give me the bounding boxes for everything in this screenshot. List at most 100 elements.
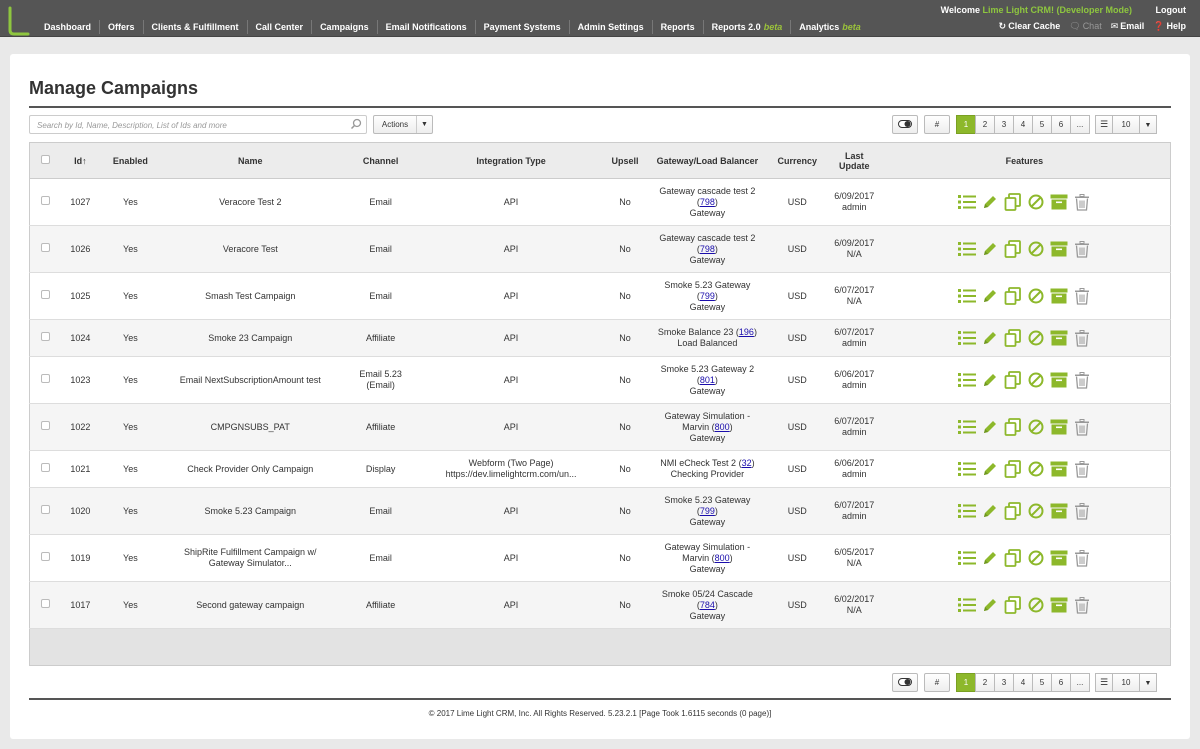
- list-icon[interactable]: [958, 194, 977, 210]
- copy-icon[interactable]: [1004, 502, 1022, 520]
- table-row[interactable]: 1022 Yes CMPGNSUBS_PAT Affiliate API No Gatewa…: [29, 403, 1171, 451]
- search-input[interactable]: Search by Id, Name, Description, List of…: [29, 115, 367, 134]
- edit-icon[interactable]: [982, 550, 998, 566]
- gateway-link[interactable]: 801: [700, 375, 715, 385]
- trash-icon[interactable]: [1074, 371, 1090, 389]
- row-checkbox[interactable]: [41, 421, 51, 430]
- row-checkbox[interactable]: [41, 196, 51, 205]
- nav-item-offers[interactable]: Offers: [100, 20, 144, 34]
- disable-icon[interactable]: [1028, 419, 1044, 435]
- pager-top-page-6[interactable]: 6: [1051, 115, 1071, 134]
- pager-bottom-page-2[interactable]: 2: [975, 673, 995, 692]
- gateway-link[interactable]: 196: [739, 327, 754, 337]
- row-checkbox[interactable]: [41, 290, 51, 299]
- row-checkbox[interactable]: [41, 243, 51, 252]
- disable-icon[interactable]: [1028, 503, 1044, 519]
- disable-icon[interactable]: [1028, 597, 1044, 613]
- email-link[interactable]: ✉ Email: [1111, 21, 1145, 32]
- col-name[interactable]: Name: [161, 142, 340, 179]
- gateway-link[interactable]: 800: [715, 553, 730, 563]
- edit-icon[interactable]: [982, 288, 998, 304]
- disable-icon[interactable]: [1028, 372, 1044, 388]
- edit-icon[interactable]: [982, 419, 998, 435]
- nav-item-reports[interactable]: Reports: [653, 20, 704, 34]
- list-icon[interactable]: [958, 503, 977, 519]
- copy-icon[interactable]: [1004, 329, 1022, 347]
- col-last-update[interactable]: Last Update: [829, 142, 879, 179]
- list-icon[interactable]: [958, 419, 977, 435]
- pager-top-page-3[interactable]: 3: [994, 115, 1014, 134]
- trash-icon[interactable]: [1074, 502, 1090, 520]
- copy-icon[interactable]: [1004, 549, 1022, 567]
- gateway-link[interactable]: 799: [700, 506, 715, 516]
- nav-item-campaigns[interactable]: Campaigns: [312, 20, 378, 34]
- row-checkbox[interactable]: [41, 505, 51, 514]
- nav-item-admin-settings[interactable]: Admin Settings: [570, 20, 653, 34]
- copy-icon[interactable]: [1004, 287, 1022, 305]
- list-icon[interactable]: [958, 330, 977, 346]
- trash-icon[interactable]: [1074, 329, 1090, 347]
- archive-icon[interactable]: [1050, 288, 1068, 304]
- archive-icon[interactable]: [1050, 461, 1068, 477]
- col-integration[interactable]: Integration Type: [422, 142, 600, 179]
- archive-icon[interactable]: [1050, 241, 1068, 257]
- archive-icon[interactable]: [1050, 330, 1068, 346]
- pager-bottom-page-4[interactable]: 4: [1013, 673, 1033, 692]
- logout-link[interactable]: Logout: [1156, 5, 1187, 15]
- pager-bottom-page-3[interactable]: 3: [994, 673, 1014, 692]
- archive-icon[interactable]: [1050, 419, 1068, 435]
- list-icon[interactable]: [958, 597, 977, 613]
- list-icon[interactable]: [958, 372, 977, 388]
- disable-icon[interactable]: [1028, 461, 1044, 477]
- disable-icon[interactable]: [1028, 288, 1044, 304]
- gateway-link[interactable]: 784: [700, 600, 715, 610]
- row-checkbox[interactable]: [41, 599, 51, 608]
- clear-cache-link[interactable]: ↻ Clear Cache: [999, 21, 1061, 32]
- gateway-link[interactable]: 799: [700, 291, 715, 301]
- table-row[interactable]: 1021 Yes Check Provider Only Campaign Displ…: [29, 450, 1171, 488]
- row-checkbox[interactable]: [41, 332, 51, 341]
- pager-top-jump-button[interactable]: #: [924, 115, 950, 134]
- nav-item-email-notifications[interactable]: Email Notifications: [378, 20, 476, 34]
- pager-top-page-size[interactable]: ☰ 10 ▼: [1095, 115, 1157, 134]
- list-icon[interactable]: [958, 550, 977, 566]
- col-enabled[interactable]: Enabled: [99, 142, 162, 179]
- help-link[interactable]: ❓ Help: [1153, 21, 1186, 32]
- table-row[interactable]: 1020 Yes Smoke 5.23 Campaign Email API No Smok…: [29, 487, 1171, 535]
- archive-icon[interactable]: [1050, 503, 1068, 519]
- disable-icon[interactable]: [1028, 550, 1044, 566]
- pager-bottom-page-5[interactable]: 5: [1032, 673, 1052, 692]
- edit-icon[interactable]: [982, 194, 998, 210]
- list-icon[interactable]: [958, 288, 977, 304]
- disable-icon[interactable]: [1028, 194, 1044, 210]
- archive-icon[interactable]: [1050, 550, 1068, 566]
- pager-top-page-1[interactable]: 1: [956, 115, 976, 134]
- edit-icon[interactable]: [982, 503, 998, 519]
- row-checkbox[interactable]: [41, 552, 51, 561]
- disable-icon[interactable]: [1028, 330, 1044, 346]
- trash-icon[interactable]: [1074, 596, 1090, 614]
- gateway-link[interactable]: 800: [715, 422, 730, 432]
- table-row[interactable]: 1027 Yes Veracore Test 2 Email API No Gateway …: [29, 178, 1171, 226]
- disable-icon[interactable]: [1028, 241, 1044, 257]
- pager-top-page-5[interactable]: 5: [1032, 115, 1052, 134]
- archive-icon[interactable]: [1050, 194, 1068, 210]
- edit-icon[interactable]: [982, 372, 998, 388]
- table-row[interactable]: 1024 Yes Smoke 23 Campaign Affiliate API No Sm…: [29, 319, 1171, 357]
- nav-item-analytics[interactable]: Analytics beta: [791, 20, 869, 34]
- trash-icon[interactable]: [1074, 460, 1090, 478]
- col-currency[interactable]: Currency: [764, 142, 830, 179]
- pager-bottom-page-more[interactable]: ...: [1070, 673, 1090, 692]
- edit-icon[interactable]: [982, 330, 998, 346]
- archive-icon[interactable]: [1050, 597, 1068, 613]
- pager-top-page-size-caret[interactable]: ▼: [1139, 115, 1157, 134]
- copy-icon[interactable]: [1004, 418, 1022, 436]
- chat-link[interactable]: 🗨 Chat: [1069, 21, 1101, 32]
- pager-top-page-4[interactable]: 4: [1013, 115, 1033, 134]
- pager-top-view-toggle[interactable]: [892, 115, 918, 134]
- pager-bottom-page-6[interactable]: 6: [1051, 673, 1071, 692]
- copy-icon[interactable]: [1004, 193, 1022, 211]
- pager-bottom-view-toggle[interactable]: [892, 673, 918, 692]
- table-row[interactable]: 1017 Yes Second gateway campaign Affiliate A…: [29, 581, 1171, 629]
- list-icon[interactable]: [958, 241, 977, 257]
